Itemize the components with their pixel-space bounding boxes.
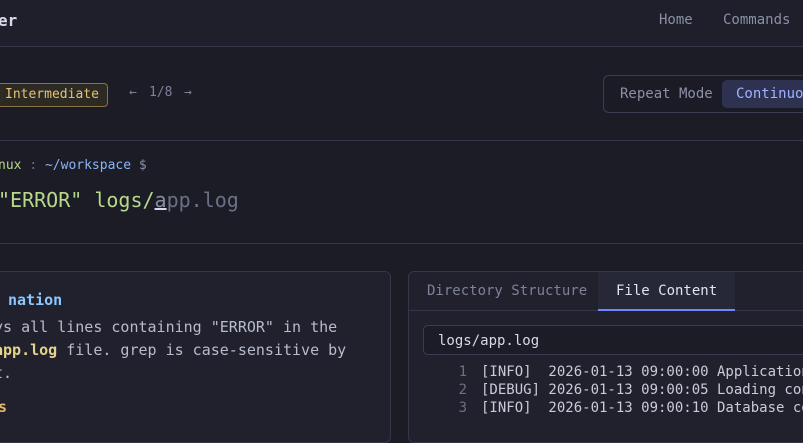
file-panel: Directory Structure File Content logs/ap… [408, 271, 803, 443]
mode-toggle-group: Repeat Mode Continuou [603, 75, 803, 113]
tab-file-content[interactable]: File Content [598, 272, 736, 311]
prev-arrow-icon[interactable]: ← [129, 85, 137, 100]
next-arrow-icon[interactable]: → [184, 85, 192, 100]
prompt-colon: : [29, 158, 38, 173]
line-text: [INFO] 2026-01-13 09:00:10 Database con [481, 400, 803, 416]
pager-count: 1/8 [149, 85, 173, 100]
prompt-path: ~/workspace [44, 158, 132, 173]
section-divider [0, 243, 803, 244]
line-text: [INFO] 2026-01-13 09:00:00 Application [481, 364, 803, 380]
command-line[interactable]: "ERROR" logs/app.log [0, 188, 239, 212]
explanation-line-3: t. [0, 364, 13, 382]
explanation-line-1: ys all lines containing "ERROR" in the [0, 318, 338, 336]
code-line: 2 [DEBUG] 2026-01-13 09:00:05 Loading con… [439, 382, 803, 398]
difficulty-badge: Intermediate [0, 83, 108, 107]
remaining-command: pp.log [166, 188, 239, 212]
file-path-field[interactable]: logs/app.log [423, 325, 803, 355]
nav-commands[interactable]: Commands [723, 12, 790, 28]
continuous-mode-button[interactable]: Continuou [722, 80, 803, 108]
file-panel-tabs: Directory Structure File Content [409, 272, 803, 311]
typed-command: "ERROR" logs/ [0, 188, 155, 212]
nav-home[interactable]: Home [659, 12, 693, 28]
line-text: [DEBUG] 2026-01-13 09:00:05 Loading conf [481, 382, 803, 398]
filename-highlight: app.log [0, 341, 58, 359]
line-number: 1 [458, 364, 467, 380]
tab-directory-structure[interactable]: Directory Structure [409, 272, 605, 310]
line-number: 2 [458, 382, 467, 398]
prompt-host: nux [0, 158, 22, 173]
explanation-title: nation [8, 291, 63, 309]
terminal-prompt: nux : ~/workspace $ [0, 158, 147, 173]
code-line: 3 [INFO] 2026-01-13 09:00:10 Database con [439, 400, 803, 416]
explanation-line-2-rest: file. grep is case-sensitive by [57, 341, 347, 359]
top-navbar: er Home Commands [0, 0, 803, 47]
brand-title[interactable]: er [0, 11, 17, 30]
line-number: 3 [458, 400, 467, 416]
section-2-title: s [0, 398, 8, 416]
prompt-dollar: $ [138, 158, 147, 173]
explanation-line-2: app.log file. grep is case-sensitive by [0, 341, 346, 359]
text-cursor: a [154, 188, 167, 212]
repeat-mode-button[interactable]: Repeat Mode [606, 80, 727, 108]
code-line: 1 [INFO] 2026-01-13 09:00:00 Application [439, 364, 803, 380]
